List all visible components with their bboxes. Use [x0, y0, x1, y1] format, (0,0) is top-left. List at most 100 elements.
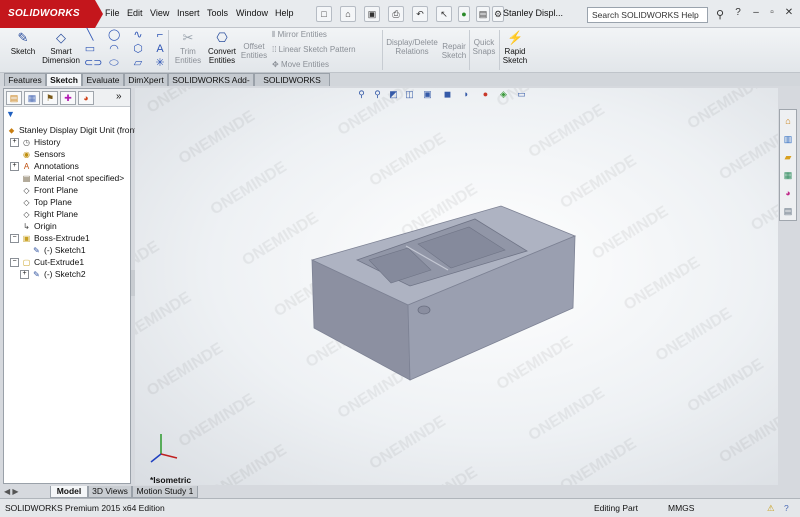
zoom-to-fit-icon[interactable]: ⚲ — [355, 88, 368, 101]
tab-evaluate[interactable]: Evaluate — [82, 73, 124, 86]
rebuild-status-icon[interactable]: ⚠ — [767, 499, 775, 517]
close-icon[interactable]: ✕ — [781, 5, 797, 21]
tree-item[interactable]: ◇ Front Plane — [6, 184, 130, 196]
view-orientation-icon[interactable]: ▣ — [421, 88, 434, 101]
rapid-sketch-button[interactable]: ⚡ Rapid Sketch — [502, 31, 528, 66]
tab-solidworks-add-ins[interactable]: SOLIDWORKS Add-Ins — [168, 73, 254, 97]
hide-show-items-icon[interactable]: ◑ — [459, 88, 472, 101]
tree-expand-toggle[interactable]: − — [10, 234, 19, 244]
help-icon[interactable]: ? — [730, 5, 746, 21]
tree-expand-toggle[interactable]: + — [10, 162, 19, 172]
feature-tree-icon[interactable]: ▤ — [6, 91, 22, 105]
save-icon[interactable]: ▣ — [364, 6, 380, 22]
tree-expand-toggle[interactable]: + — [20, 270, 29, 280]
move-entities-button[interactable]: ✥ Move Entities — [272, 60, 329, 69]
select-arrow-icon[interactable]: ↖ — [436, 6, 452, 22]
tree-item[interactable]: ↳ Origin — [6, 220, 130, 232]
dimxpert-manager-icon[interactable]: ✚ — [60, 91, 76, 105]
smart-dimension-button[interactable]: ◇ Smart Dimension — [40, 31, 82, 66]
file-explorer-icon[interactable]: ▰ — [781, 150, 795, 164]
menu-window[interactable]: Window — [236, 8, 268, 18]
undo-icon[interactable]: ↶ — [412, 6, 428, 22]
point-icon[interactable]: ✳ — [154, 56, 166, 70]
spline-icon[interactable]: ∿ — [132, 28, 144, 42]
arc-icon[interactable]: ◠ — [108, 42, 120, 56]
tree-root-part[interactable]: ⬥ Stanley Display Digit Unit (front — [6, 124, 137, 136]
scroll-tabs-icon[interactable]: ◀ ▶ — [4, 487, 19, 496]
menu-insert[interactable]: Insert — [177, 8, 200, 18]
appearances-icon[interactable]: ◕ — [781, 186, 795, 200]
sketch-button[interactable]: ✎ Sketch — [6, 31, 40, 57]
tree-item[interactable]: − ▢ Cut-Extrude1 — [6, 256, 130, 268]
plane-icon[interactable]: ▱ — [132, 56, 144, 70]
polygon-icon[interactable]: ⬡ — [132, 42, 144, 56]
tree-item[interactable]: + A Annotations — [6, 160, 130, 172]
offset-entities-button[interactable]: Offset Entities — [240, 42, 268, 60]
rebuild-icon[interactable]: ● — [458, 6, 470, 22]
solidworks-logo[interactable]: SOLIDWORKS — [0, 0, 95, 28]
view-palette-icon[interactable]: ▦ — [781, 168, 795, 182]
graphics-area[interactable]: ONEMINDE ⚲ ⚲ ◩ ◫ ▣ ◼ ◑ ● ◈ ▭ *Isometric — [135, 88, 778, 485]
expand-panel-icon[interactable]: » — [116, 91, 122, 102]
ellipse-icon[interactable]: ⬭ — [108, 56, 120, 70]
tree-item[interactable]: − ▣ Boss-Extrude1 — [6, 232, 130, 244]
view-settings-icon[interactable]: ▭ — [515, 88, 528, 101]
tree-item[interactable]: ◉ Sensors — [6, 148, 130, 160]
text-icon[interactable]: A — [154, 42, 166, 56]
custom-properties-icon[interactable]: ▤ — [781, 204, 795, 218]
tab-motion-study-1[interactable]: Motion Study 1 — [132, 486, 198, 498]
menu-file[interactable]: File — [105, 8, 120, 18]
tree-item[interactable]: ◇ Top Plane — [6, 196, 130, 208]
tab-dimxpert[interactable]: DimXpert — [124, 73, 168, 86]
apply-scene-icon[interactable]: ◈ — [497, 88, 510, 101]
zoom-area-icon[interactable]: ⚲ — [371, 88, 384, 101]
tree-item[interactable]: + ◷ History — [6, 136, 130, 148]
open-folder-icon[interactable]: ⌂ — [340, 6, 356, 22]
display-delete-relations-button[interactable]: Display/Delete Relations — [386, 38, 438, 56]
mounting-hole[interactable] — [417, 305, 431, 315]
convert-entities-button[interactable]: ⎔ Convert Entities — [205, 31, 239, 66]
new-document-icon[interactable]: □ — [316, 6, 332, 22]
repair-sketch-button[interactable]: Repair Sketch — [440, 42, 468, 60]
property-manager-icon[interactable]: ▦ — [24, 91, 40, 105]
menu-help[interactable]: Help — [275, 8, 294, 18]
tab-sketch[interactable]: Sketch — [46, 73, 82, 86]
trim-entities-button[interactable]: ✂ Trim Entities — [172, 31, 204, 66]
tab-model[interactable]: Model — [50, 486, 88, 498]
tree-expand-toggle[interactable]: + — [10, 138, 19, 148]
help-status-icon[interactable]: ? — [784, 499, 789, 517]
previous-view-icon[interactable]: ◩ — [387, 88, 400, 101]
tree-item[interactable]: ◇ Right Plane — [6, 208, 130, 220]
linear-sketch-pattern-button[interactable]: ⁞⁞ Linear Sketch Pattern — [272, 45, 356, 54]
tree-item[interactable]: ▤ Material <not specified> — [6, 172, 130, 184]
rectangle-icon[interactable]: ▭ — [84, 42, 96, 56]
menu-view[interactable]: View — [150, 8, 169, 18]
unit-system-selector[interactable]: MMGS — [668, 499, 694, 517]
print-icon[interactable]: ⎙ — [388, 6, 404, 22]
display-style-icon[interactable]: ◼ — [441, 88, 454, 101]
section-view-icon[interactable]: ◫ — [403, 88, 416, 101]
mirror-entities-button[interactable]: ⫴ Mirror Entities — [272, 30, 327, 40]
circle-icon[interactable]: ◯ — [108, 28, 120, 42]
tab-solidworks-mbd[interactable]: SOLIDWORKS MBD — [254, 73, 330, 97]
slot-icon[interactable]: ⊂⊃ — [84, 56, 102, 70]
tree-expand-toggle[interactable]: − — [10, 258, 19, 268]
menu-tools[interactable]: Tools — [207, 8, 228, 18]
filter-icon[interactable]: ▼ — [6, 109, 18, 120]
sketch-fillet-icon[interactable]: ⌐ — [154, 28, 166, 42]
maximize-icon[interactable]: ▫ — [764, 5, 780, 21]
model-part[interactable] — [135, 88, 778, 485]
configuration-manager-icon[interactable]: ⚑ — [42, 91, 58, 105]
search-input[interactable]: Search SOLIDWORKS Help — [587, 7, 708, 23]
tab-features[interactable]: Features — [4, 73, 46, 86]
search-icon[interactable]: ⚲ — [712, 7, 728, 23]
line-icon[interactable]: ╲ — [84, 28, 96, 42]
solidworks-resources-icon[interactable]: ⌂ — [781, 114, 795, 128]
display-manager-icon[interactable]: ◕ — [78, 91, 94, 105]
edit-appearance-icon[interactable]: ● — [479, 88, 492, 101]
design-library-icon[interactable]: ▥ — [781, 132, 795, 146]
quick-snaps-button[interactable]: Quick Snaps — [471, 38, 497, 56]
menu-edit[interactable]: Edit — [127, 8, 143, 18]
minimize-icon[interactable]: – — [748, 5, 764, 21]
tab-3d-views[interactable]: 3D Views — [88, 486, 132, 498]
